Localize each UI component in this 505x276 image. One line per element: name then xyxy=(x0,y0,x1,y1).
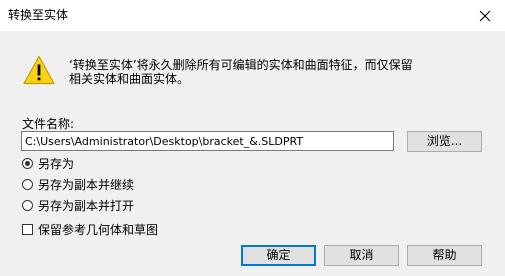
save-as-option[interactable]: 另存为 xyxy=(22,155,74,171)
save-copy-continue-radio[interactable] xyxy=(22,178,33,190)
cancel-button[interactable]: 取消 xyxy=(324,245,399,266)
help-button[interactable]: 帮助 xyxy=(407,245,482,266)
warning-message-line-1: ‘转换至实体’将永久删除所有可编辑的实体和曲面特征，而仅保留 xyxy=(69,58,413,72)
file-name-input[interactable] xyxy=(21,131,394,151)
save-as-label: 另存为 xyxy=(38,156,75,171)
keep-reference-checkbox[interactable] xyxy=(22,223,33,235)
title-bar: 转换至实体 xyxy=(0,0,505,31)
save-copy-continue-option[interactable]: 另存为副本并继续 xyxy=(22,176,134,192)
ok-button[interactable]: 确定 xyxy=(241,245,316,266)
dialog-body: ‘转换至实体’将永久删除所有可编辑的实体和曲面特征，而仅保留 相关实体和曲面实体… xyxy=(0,31,505,276)
browse-button[interactable]: 浏览... xyxy=(407,131,482,152)
save-copy-open-radio[interactable] xyxy=(22,199,33,211)
close-button[interactable] xyxy=(465,0,505,31)
file-name-label: 文件名称: xyxy=(22,117,75,131)
save-copy-open-option[interactable]: 另存为副本并打开 xyxy=(22,197,134,213)
warning-message-line-2: 相关实体和曲面实体。 xyxy=(69,72,190,86)
warning-message: ‘转换至实体’将永久删除所有可编辑的实体和曲面特征，而仅保留 相关实体和曲面实体… xyxy=(69,58,489,86)
close-icon xyxy=(479,10,491,21)
save-as-radio[interactable] xyxy=(22,157,33,169)
window-title: 转换至实体 xyxy=(8,8,69,22)
warning-icon xyxy=(23,55,55,85)
keep-reference-label: 保留参考几何体和草图 xyxy=(38,222,159,237)
save-copy-open-label: 另存为副本并打开 xyxy=(38,198,135,213)
save-copy-continue-label: 另存为副本并继续 xyxy=(38,177,135,192)
keep-reference-option[interactable]: 保留参考几何体和草图 xyxy=(22,221,158,237)
